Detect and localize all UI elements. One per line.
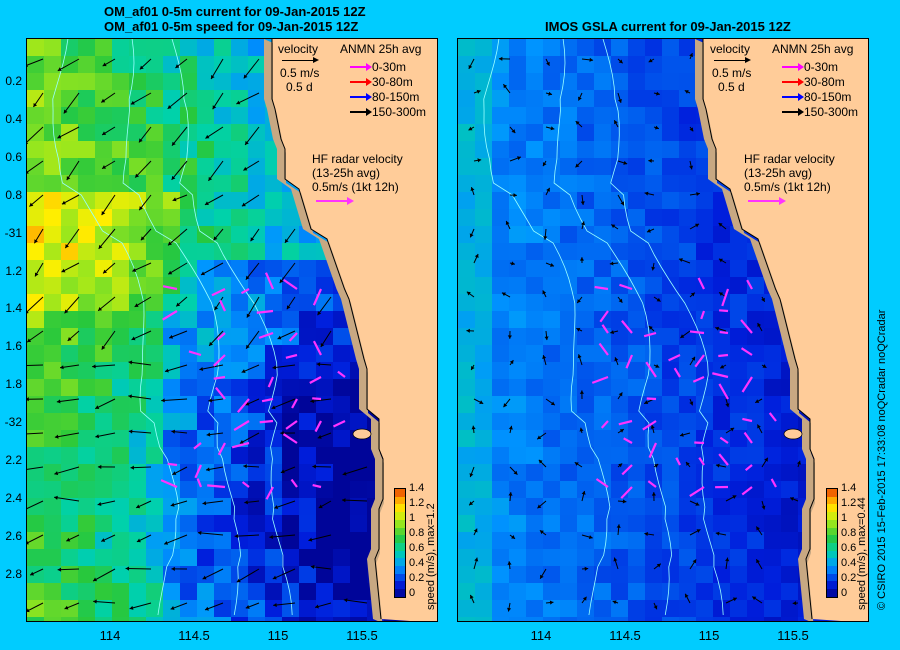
anmn-item: 30-80m — [782, 73, 845, 89]
y-tick-label: -31 — [4, 225, 22, 240]
anmn-item: 0-30m — [350, 58, 407, 74]
colorbar-tick-label: 1.4 — [409, 482, 425, 494]
velocity-scale-arrow-icon — [714, 57, 751, 63]
anmn-label: 0-30m — [804, 60, 839, 74]
anmn-label: 30-80m — [372, 75, 413, 89]
hf-radar-title: HF radar velocity — [744, 152, 835, 166]
anmn-arrow-icon — [782, 62, 804, 71]
colorbar-tick-label: 0.8 — [409, 527, 425, 539]
anmn-arrow-icon — [350, 62, 372, 71]
colorbar-tick-label: 0 — [841, 587, 848, 599]
anmn-arrow-icon — [350, 107, 372, 116]
velocity-time: 0.5 d — [718, 80, 745, 94]
colorbar-tick-label: 1.2 — [841, 497, 857, 509]
y-tick-label: 1.6 — [5, 339, 22, 354]
left-title-1: OM_af01 0-5m current for 09-Jan-2015 12Z — [104, 4, 366, 19]
colorbar-tick-label: 0 — [409, 587, 416, 599]
x-tick-label: 114 — [530, 628, 552, 643]
colorbar-tick-label: 1.4 — [841, 482, 857, 494]
velocity-scale-arrow-icon — [282, 57, 319, 63]
colorbar-tick-label: 0.8 — [841, 527, 857, 539]
anmn-label: 0-30m — [372, 60, 407, 74]
colorbar-tick-label: 0.6 — [409, 542, 425, 554]
anmn-item: 150-300m — [350, 103, 427, 119]
x-tick-label: 115 — [267, 628, 289, 643]
colorbar-tick-label: 1 — [841, 512, 848, 524]
rottnest-island — [352, 428, 372, 440]
anmn-item: 30-80m — [350, 73, 413, 89]
y-tick-label: 1.8 — [5, 377, 22, 392]
anmn-label: 80-150m — [804, 90, 852, 104]
anmn-label: 30-80m — [804, 75, 845, 89]
right-legend: velocity ANMN 25h avg 0.5 m/s 0.5 d HF r… — [704, 40, 869, 210]
velocity-label: velocity — [710, 42, 751, 56]
anmn-arrow-icon — [350, 77, 372, 86]
x-tick-label: 114.5 — [609, 628, 641, 643]
y-tick-label: 0.2 — [5, 74, 22, 88]
anmn-label: 80-150m — [372, 90, 420, 104]
left-colorbar: 1.4 1.2 1 0.8 0.6 0.4 0.2 0 — [394, 482, 424, 599]
colorbar-tick-label: 0.4 — [409, 557, 425, 569]
anmn-arrow-icon — [782, 77, 804, 86]
x-tick-label: 115 — [698, 628, 720, 643]
y-tick-label: 1.2 — [5, 263, 22, 278]
x-tick-label: 114 — [99, 628, 121, 643]
anmn-arrow-icon — [350, 92, 372, 101]
left-title-2: OM_af01 0-5m speed for 09-Jan-2015 12Z — [104, 19, 359, 34]
x-tick-label: 115.5 — [777, 628, 809, 643]
y-tick-label: -32 — [4, 415, 22, 430]
right-colorbar: 1.4 1.2 1 0.8 0.6 0.4 0.2 0 — [826, 482, 856, 599]
left-legend: velocity ANMN 25h avg 0.5 m/s 0.5 d HF r… — [272, 40, 437, 210]
hf-radar-scale: 0.5m/s (1kt 12h) — [744, 180, 831, 194]
anmn-arrow-icon — [782, 107, 804, 116]
velocity-label: velocity — [278, 42, 319, 56]
x-tick-label: 114.5 — [178, 628, 210, 643]
hf-scale-arrow-icon — [748, 197, 786, 205]
colorbar-tick-label: 1.2 — [409, 497, 425, 509]
right-colorbar-label: speed (m/s), max=0.44 — [856, 497, 868, 610]
y-tick-label: 2.8 — [5, 566, 22, 581]
colorbar-tick-label: 0.2 — [409, 572, 425, 584]
anmn-label: 150-300m — [804, 105, 859, 119]
hf-radar-sub: (13-25h avg) — [744, 166, 813, 180]
y-tick-label: 0.6 — [5, 149, 22, 164]
colorbar-tick-label: 0.6 — [841, 542, 857, 554]
credit-text: © CSIRO 2015 15-Feb-2015 17:33:08 noQCra… — [876, 309, 888, 610]
y-tick-label: 1.4 — [5, 301, 22, 316]
anmn-item: 150-300m — [782, 103, 859, 119]
anmn-arrow-icon — [782, 92, 804, 101]
velocity-scale: 0.5 m/s — [280, 66, 320, 80]
right-title: IMOS GSLA current for 09-Jan-2015 12Z — [545, 19, 791, 34]
anmn-item: 0-30m — [782, 58, 839, 74]
anmn-title: ANMN 25h avg — [772, 42, 854, 56]
anmn-title: ANMN 25h avg — [340, 42, 422, 56]
colorbar-tick-label: 0.2 — [841, 572, 857, 584]
velocity-scale: 0.5 m/s — [712, 66, 752, 80]
left-colorbar-label: speed (m/s), max=1.2 — [425, 503, 437, 610]
colorbar-tick-label: 0.4 — [841, 557, 857, 569]
y-tick-label: 2.4 — [5, 490, 22, 505]
hf-radar-scale: 0.5m/s (1kt 12h) — [312, 180, 399, 194]
colorbar-tick-label: 1 — [409, 512, 416, 524]
y-tick-label: 2.2 — [5, 453, 22, 467]
hf-radar-title: HF radar velocity — [312, 152, 403, 166]
y-tick-label: 2.6 — [5, 528, 22, 543]
velocity-time: 0.5 d — [286, 80, 313, 94]
rottnest-island — [783, 428, 803, 440]
y-tick-label: 0.4 — [5, 111, 22, 126]
y-tick-label: 0.8 — [5, 187, 22, 202]
anmn-label: 150-300m — [372, 105, 427, 119]
x-tick-label: 115.5 — [346, 628, 378, 643]
hf-scale-arrow-icon — [316, 197, 354, 205]
hf-radar-sub: (13-25h avg) — [312, 166, 381, 180]
anmn-item: 80-150m — [782, 88, 852, 104]
anmn-item: 80-150m — [350, 88, 420, 104]
